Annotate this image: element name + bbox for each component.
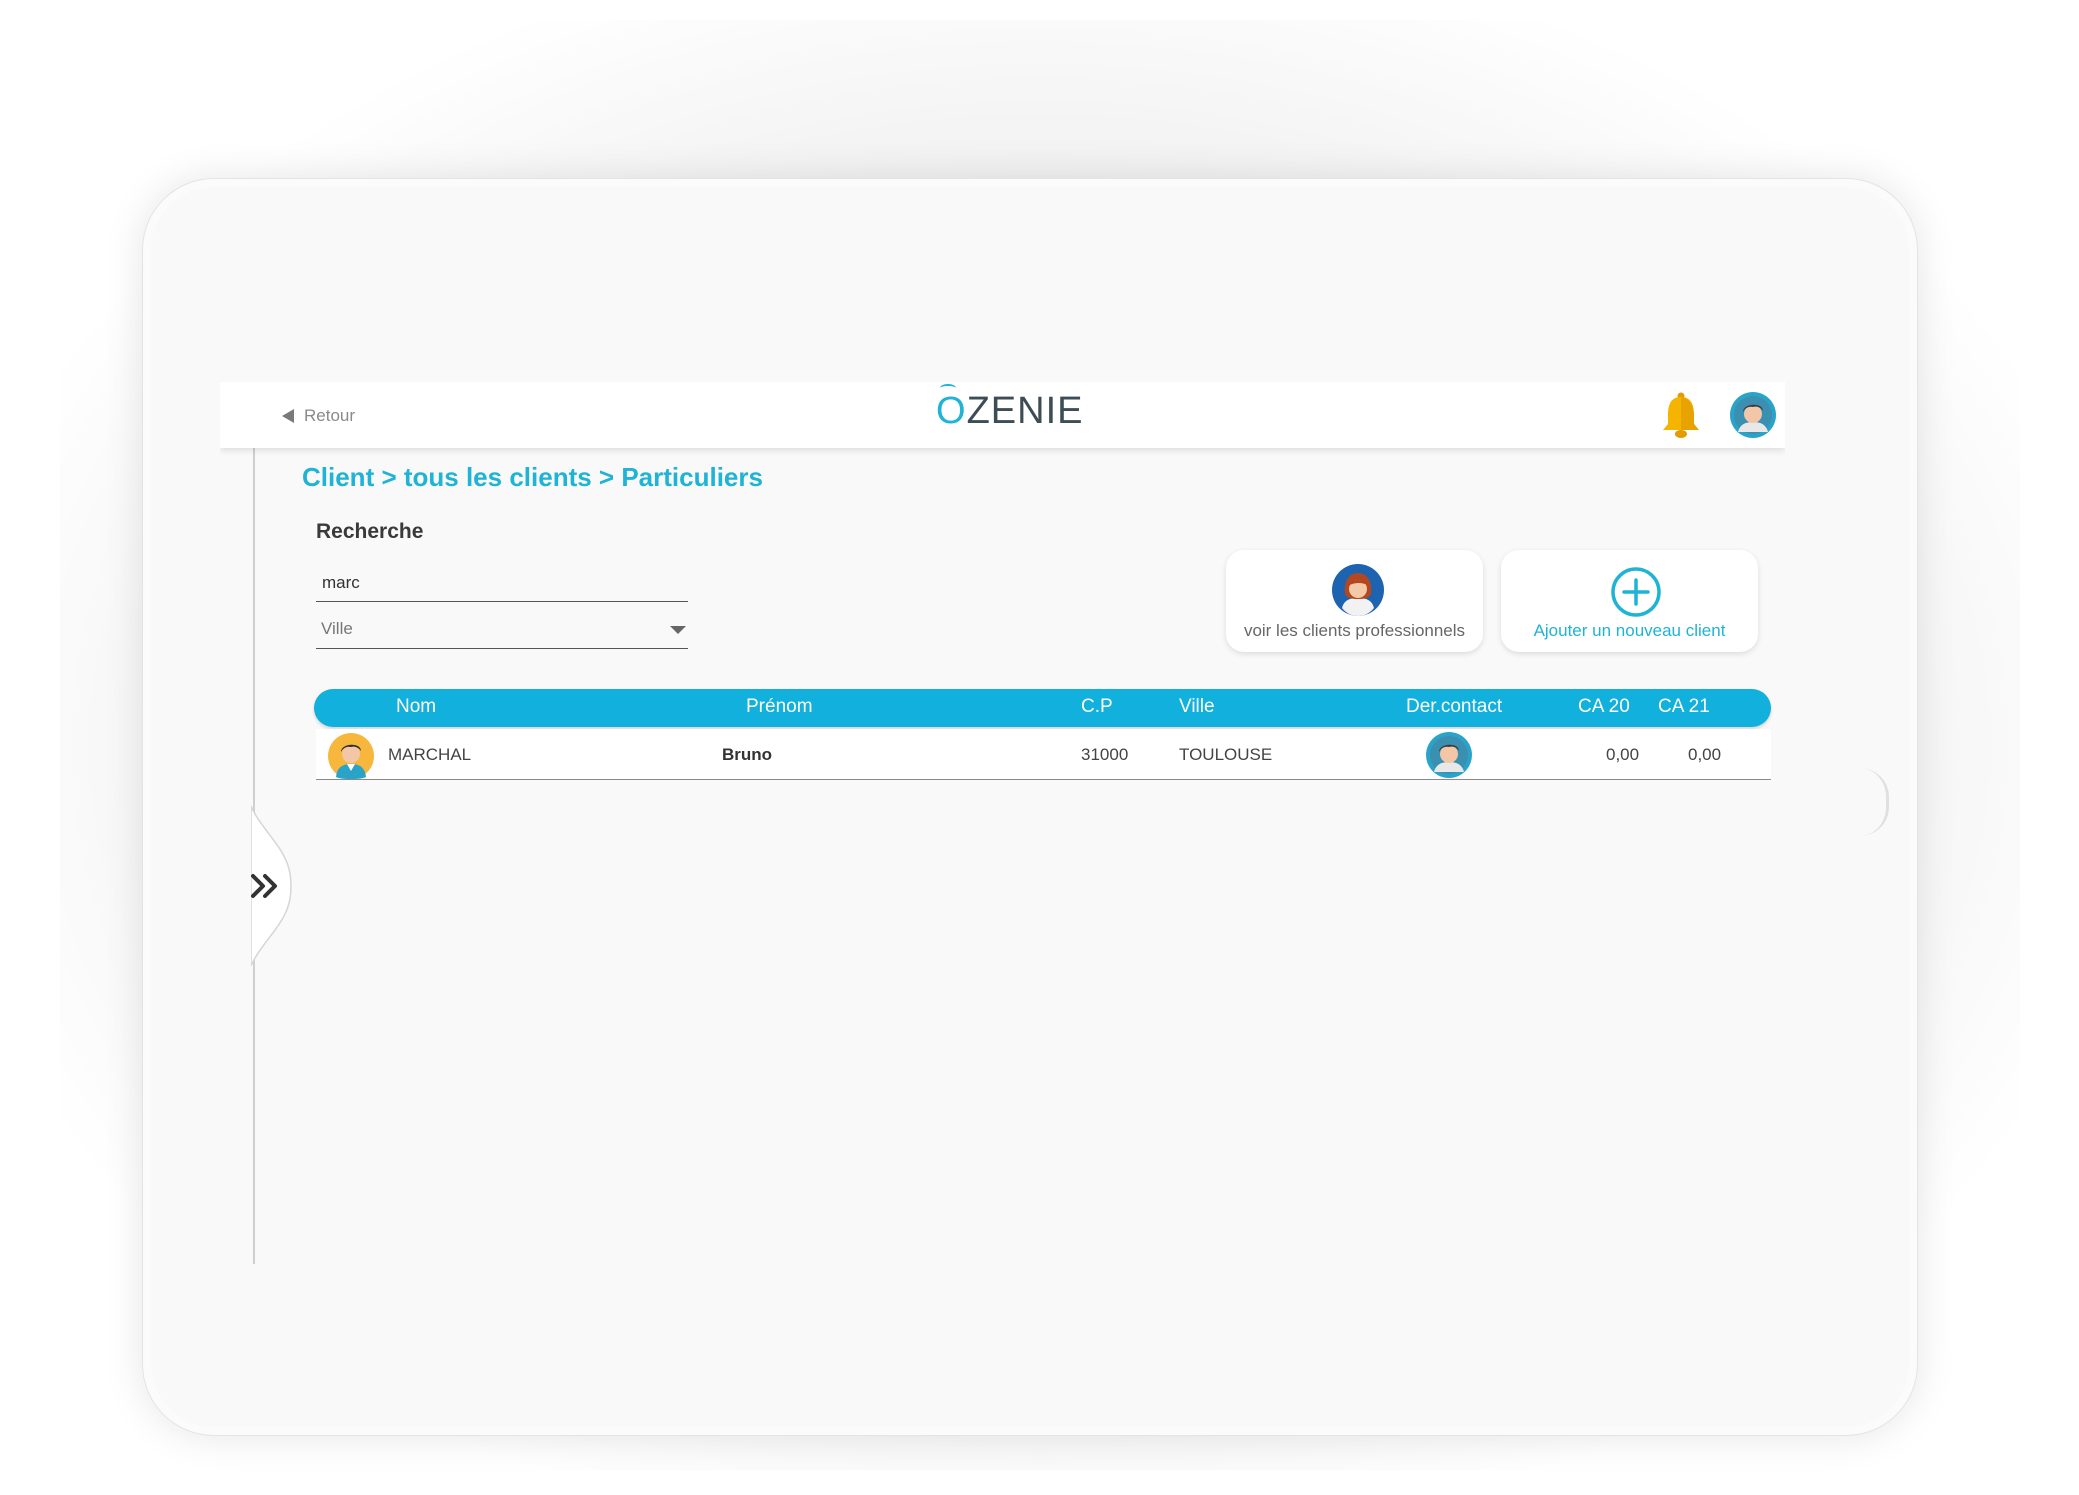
client-avatar [328,733,374,779]
city-select-value: Ville [321,619,353,638]
back-button[interactable]: Retour [282,406,355,426]
app-logo: OZENIE [936,390,1083,433]
sidebar-toggle[interactable] [251,806,297,966]
column-der-contact[interactable]: Der.contact [1406,696,1502,718]
user-avatar-icon[interactable] [1730,392,1776,438]
column-ville[interactable]: Ville [1179,696,1215,718]
column-cp[interactable]: C.P [1081,696,1113,718]
add-client-button[interactable]: Ajouter un nouveau client [1501,550,1758,652]
back-arrow-icon [282,409,294,423]
contact-avatar [1426,732,1472,778]
column-ca20[interactable]: CA 20 [1578,696,1630,718]
search-title: Recherche [316,520,424,543]
cell-ville: TOULOUSE [1179,745,1273,764]
table-row[interactable]: MARCHAL Bruno 31000 TOULOUSE 0,00 0,00 [316,729,1771,780]
left-rail [220,448,255,1264]
cell-prenom: Bruno [722,745,773,764]
search-input[interactable] [316,564,688,602]
city-select[interactable]: Ville [316,608,688,649]
chevron-down-icon [670,626,686,634]
cell-ca21: 0,00 [1688,745,1722,764]
add-client-label: Ajouter un nouveau client [1533,621,1726,640]
bell-icon[interactable] [1658,390,1704,440]
pro-clients-label: voir les clients professionnels [1243,621,1466,640]
column-ca21[interactable]: CA 21 [1658,696,1710,718]
pro-clients-button[interactable]: voir les clients professionnels [1226,550,1483,652]
breadcrumb: Client > tous les clients > Particuliers [302,462,763,492]
app-screen: Retour OZENIE Client > tous les clients … [220,382,1785,1264]
cell-ca20: 0,00 [1606,745,1640,764]
plus-circle-icon [1611,567,1661,617]
top-bar: Retour OZENIE [220,382,1785,448]
column-prenom[interactable]: Prénom [746,696,813,718]
cell-cp: 31000 [1081,745,1129,764]
column-nom[interactable]: Nom [396,696,436,718]
logo-text: ZENIE [966,390,1084,432]
female-avatar-icon [1332,564,1384,616]
cell-nom: MARCHAL [388,745,472,764]
table-header: Nom Prénom C.P Ville Der.contact CA 20 C… [314,689,1771,727]
logo-mark: O [936,390,967,432]
back-label: Retour [304,406,356,425]
